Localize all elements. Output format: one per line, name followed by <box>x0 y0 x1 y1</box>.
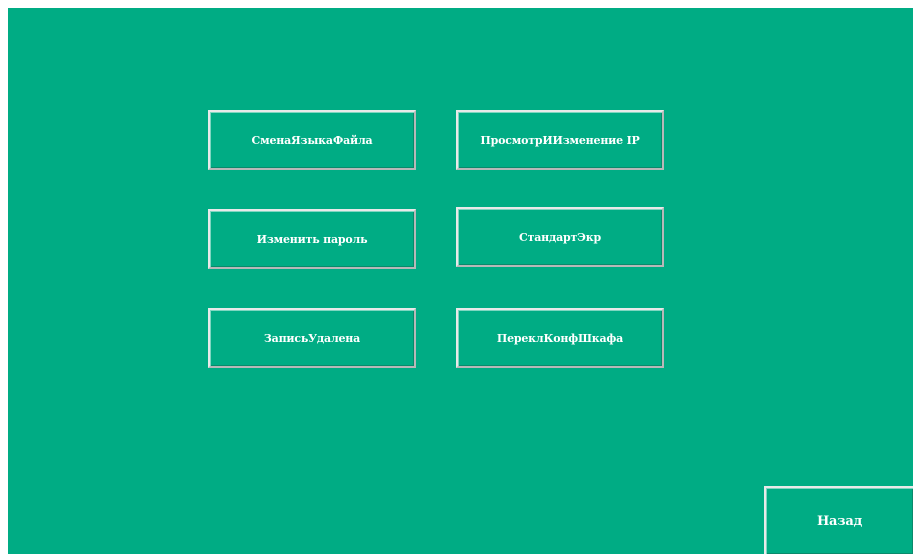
change-password-button[interactable]: Изменить пароль <box>208 209 416 269</box>
back-button[interactable]: Назад <box>764 486 913 554</box>
record-deleted-button[interactable]: ЗаписьУдалена <box>208 308 416 368</box>
change-file-language-button[interactable]: СменаЯзыкаФайла <box>208 110 416 170</box>
switch-cabinet-config-button[interactable]: ПереклКонфШкафа <box>456 308 664 368</box>
view-change-ip-button[interactable]: ПросмотрИИзменение IP <box>456 110 664 170</box>
standard-screen-button[interactable]: СтандартЭкр <box>456 207 664 267</box>
hmi-screen: СменаЯзыкаФайла ПросмотрИИзменение IP Из… <box>8 8 913 554</box>
